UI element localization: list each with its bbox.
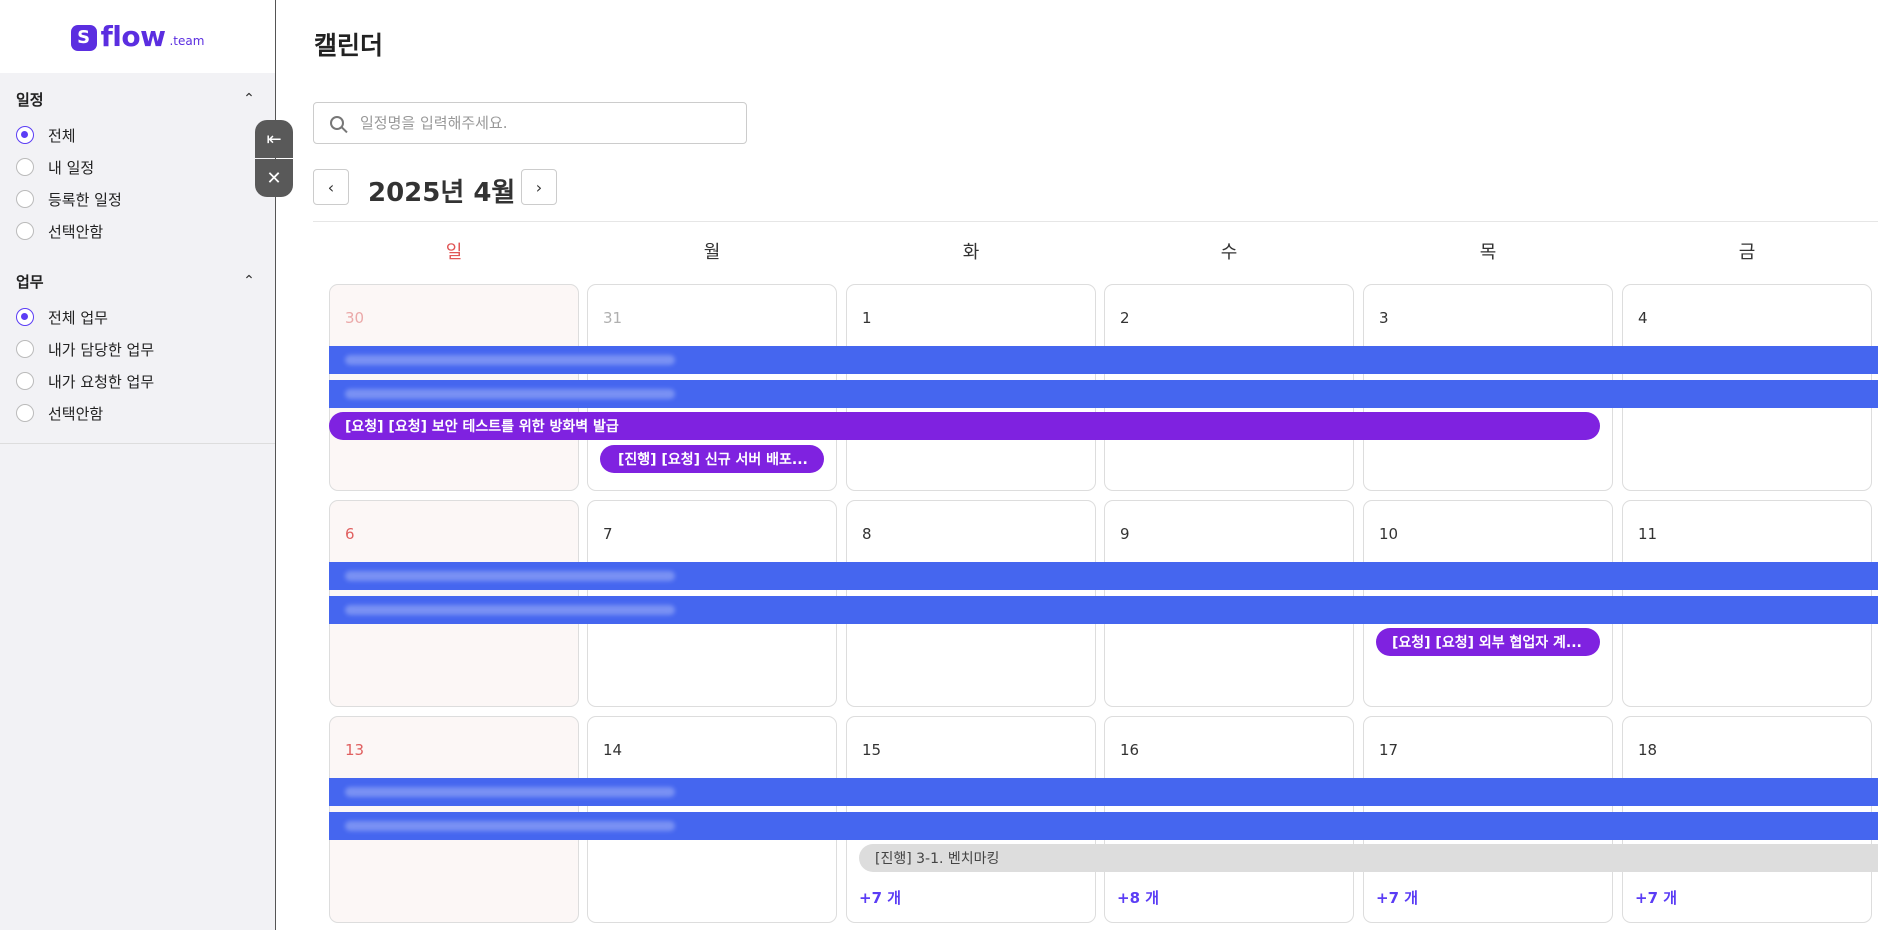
day-number: 14 [603, 741, 623, 759]
event-bar-blurred[interactable] [329, 346, 1878, 374]
day-number: 6 [345, 525, 355, 543]
day-number: 15 [862, 741, 882, 759]
logo-area: S flow .team [0, 0, 275, 73]
day-number: 16 [1120, 741, 1140, 759]
day-number: 7 [603, 525, 613, 543]
blurred-title [345, 787, 675, 797]
task-option-assigned[interactable]: 내가 담당한 업무 [16, 333, 259, 365]
logo-suffix: .team [169, 33, 205, 48]
search-input[interactable] [358, 113, 722, 133]
chevron-up-icon[interactable]: ⌃ [239, 91, 259, 107]
schedule-filter-header[interactable]: 일정 ⌃ [16, 87, 259, 111]
day-number: 9 [1120, 525, 1130, 543]
weekday-tue: 화 [962, 242, 980, 263]
event-bar-server-deploy[interactable]: [진행] [요청] 신규 서버 배포... [600, 445, 824, 473]
day-number: 3 [1379, 309, 1389, 327]
search-icon [330, 116, 344, 130]
radio-checked-icon[interactable] [16, 126, 34, 144]
flow-logo-icon: S [70, 24, 97, 51]
more-events-link[interactable]: +7 개 [859, 887, 901, 908]
weekday-thu: 목 [1479, 242, 1497, 263]
radio-label: 내 일정 [48, 158, 95, 177]
schedule-filter: 일정 ⌃ 전체 내 일정 등록한 일정 선택안함 [0, 73, 275, 251]
page-title: 캘린더 [314, 31, 384, 60]
radio-label: 내가 요청한 업무 [48, 372, 155, 391]
weekday-wed: 수 [1220, 242, 1238, 263]
sidebar: S flow .team 일정 ⌃ 전체 내 일정 등록한 일정 선택안함 업무… [0, 0, 276, 930]
radio-icon[interactable] [16, 190, 34, 208]
task-option-all[interactable]: 전체 업무 [16, 301, 259, 333]
radio-label: 전체 업무 [48, 308, 108, 327]
schedule-option-mine[interactable]: 내 일정 [16, 151, 259, 183]
radio-icon[interactable] [16, 222, 34, 240]
prev-month-button[interactable]: ‹ [313, 169, 349, 205]
event-bar-firewall[interactable]: [요청] [요청] 보안 테스트를 위한 방화벽 발급 [329, 412, 1600, 440]
blurred-title [345, 571, 675, 581]
more-events-link[interactable]: +8 개 [1117, 887, 1159, 908]
day-number: 17 [1379, 741, 1399, 759]
radio-label: 선택안함 [48, 222, 104, 241]
schedule-option-all[interactable]: 전체 [16, 119, 259, 151]
event-bar-blurred[interactable] [329, 778, 1878, 806]
schedule-option-registered[interactable]: 등록한 일정 [16, 183, 259, 215]
radio-label: 내가 담당한 업무 [48, 340, 155, 359]
radio-label: 등록한 일정 [48, 190, 122, 209]
blurred-title [345, 355, 675, 365]
day-number: 31 [603, 309, 623, 327]
radio-icon[interactable] [16, 404, 34, 422]
day-number: 2 [1120, 309, 1130, 327]
next-month-button[interactable]: › [521, 169, 557, 205]
radio-label: 전체 [48, 126, 76, 145]
event-bar-blurred[interactable] [329, 596, 1878, 624]
search-box[interactable] [313, 102, 747, 144]
radio-checked-icon[interactable] [16, 308, 34, 326]
radio-label: 선택안함 [48, 404, 104, 423]
day-number: 10 [1379, 525, 1399, 543]
more-events-link[interactable]: +7 개 [1635, 887, 1677, 908]
more-events-link[interactable]: +7 개 [1376, 887, 1418, 908]
event-bar-blurred[interactable] [329, 380, 1878, 408]
day-number: 18 [1638, 741, 1658, 759]
schedule-filter-title: 일정 [16, 90, 44, 109]
task-filter: 업무 ⌃ 전체 업무 내가 담당한 업무 내가 요청한 업무 선택안함 [0, 251, 275, 433]
schedule-option-none[interactable]: 선택안함 [16, 215, 259, 247]
task-filter-header[interactable]: 업무 ⌃ [16, 269, 259, 293]
weekday-fri: 금 [1738, 242, 1756, 263]
blurred-title [345, 605, 675, 615]
radio-icon[interactable] [16, 158, 34, 176]
weekday-sun: 일 [445, 242, 463, 263]
event-bar-external-partner[interactable]: [요청] [요청] 외부 협업자 계... [1376, 628, 1600, 656]
blurred-title [345, 821, 675, 831]
task-option-requested[interactable]: 내가 요청한 업무 [16, 365, 259, 397]
day-number: 8 [862, 525, 872, 543]
sidebar-divider [0, 443, 275, 444]
day-number: 30 [345, 309, 365, 327]
radio-icon[interactable] [16, 372, 34, 390]
logo-text: flow [100, 19, 166, 53]
weekday-mon: 월 [703, 242, 721, 263]
day-number: 13 [345, 741, 365, 759]
chevron-up-icon[interactable]: ⌃ [239, 273, 259, 289]
radio-icon[interactable] [16, 340, 34, 358]
event-bar-benchmark[interactable]: [진행] 3-1. 벤치마킹 [859, 844, 1878, 872]
day-number: 1 [862, 309, 872, 327]
day-number: 4 [1638, 309, 1648, 327]
task-filter-title: 업무 [16, 272, 44, 291]
calendar-main: 캘린더 ‹ 2025년 4월 › 일 월 화 수 목 금 30 31 1 2 3… [277, 0, 1878, 930]
task-option-none[interactable]: 선택안함 [16, 397, 259, 429]
event-bar-blurred[interactable] [329, 812, 1878, 840]
header-divider [313, 221, 1878, 222]
blurred-title [345, 389, 675, 399]
flow-logo[interactable]: S flow .team [70, 19, 205, 53]
day-number: 11 [1638, 525, 1658, 543]
month-label: 2025년 4월 [368, 178, 516, 208]
event-bar-blurred[interactable] [329, 562, 1878, 590]
